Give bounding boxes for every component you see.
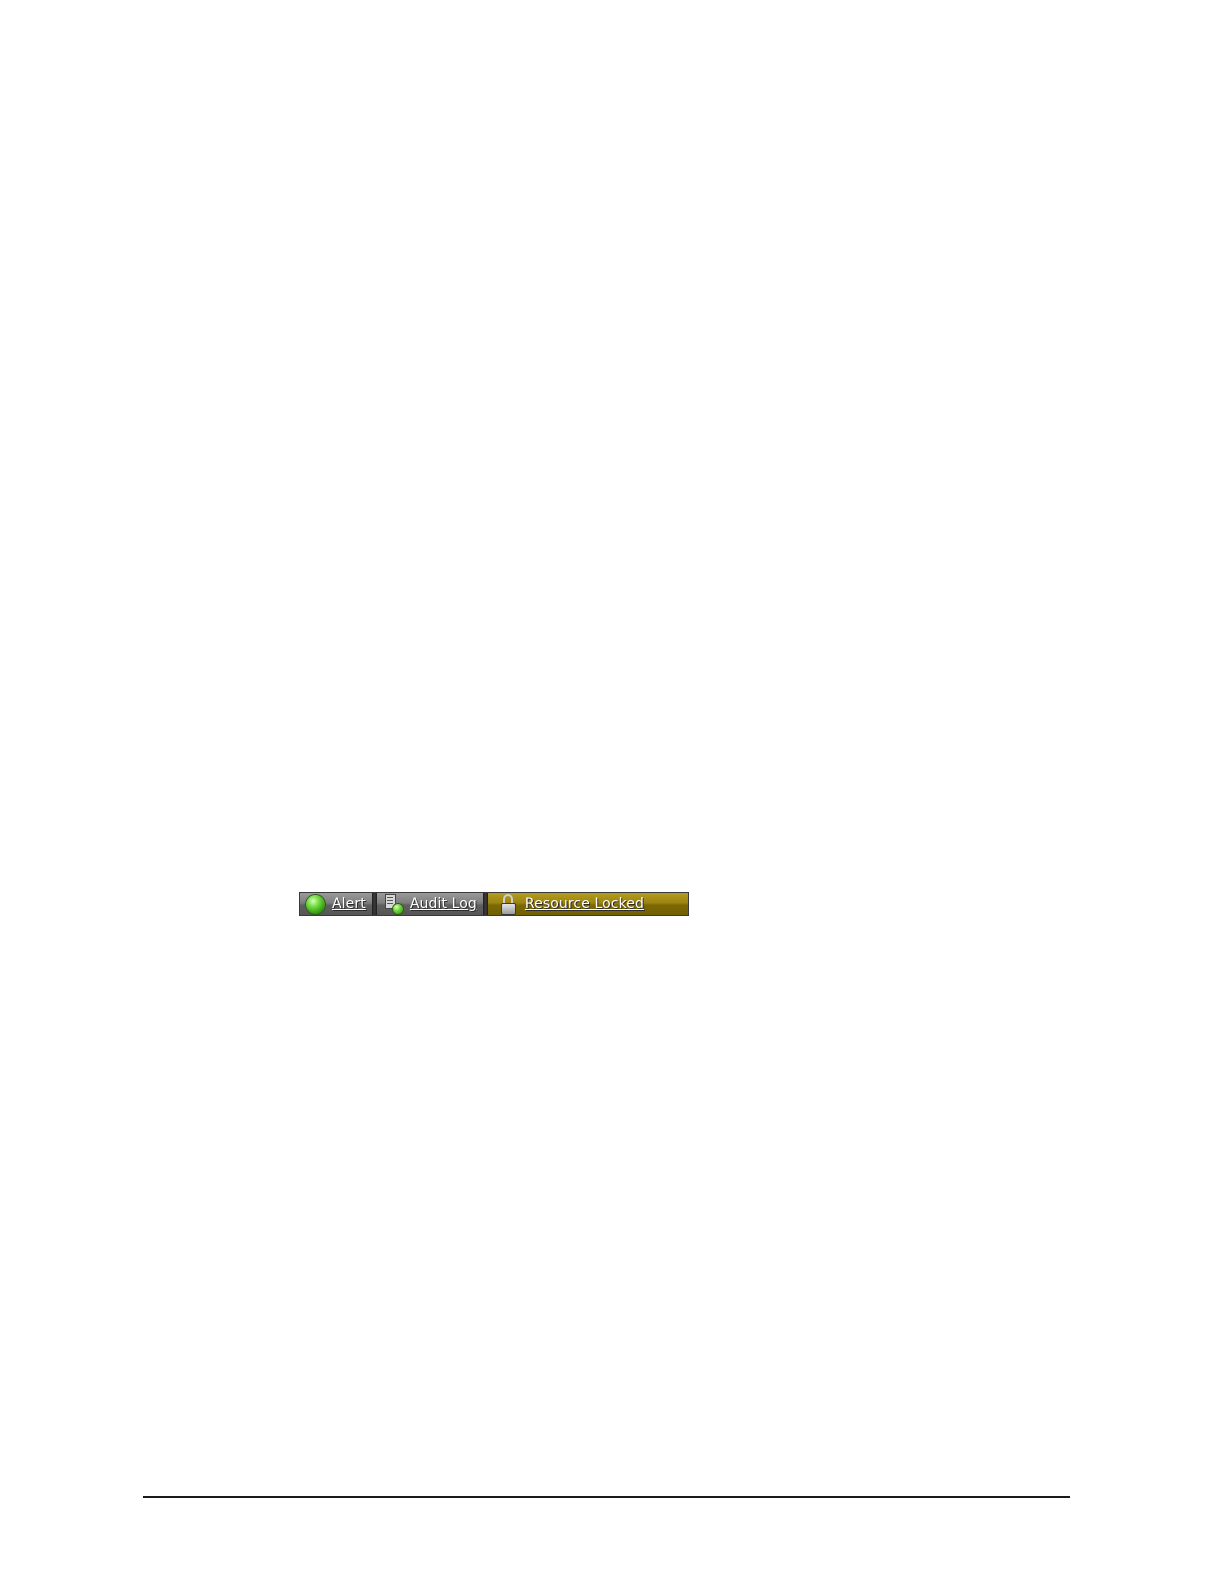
footer-divider bbox=[143, 1496, 1070, 1498]
audit-log-button[interactable]: Audit Log bbox=[376, 893, 483, 915]
green-status-orb-icon bbox=[306, 894, 325, 914]
resource-locked-button[interactable]: Resource Locked bbox=[487, 893, 688, 915]
audit-log-link[interactable]: Audit Log bbox=[410, 896, 477, 912]
status-bar: Alert Audit Log Resource Locked bbox=[299, 892, 689, 916]
document-with-green-dot-icon bbox=[383, 894, 403, 914]
padlock-icon bbox=[500, 893, 518, 915]
alert-link[interactable]: Alert bbox=[332, 896, 366, 912]
resource-locked-link[interactable]: Resource Locked bbox=[525, 896, 644, 912]
alert-status-button[interactable]: Alert bbox=[300, 893, 372, 915]
